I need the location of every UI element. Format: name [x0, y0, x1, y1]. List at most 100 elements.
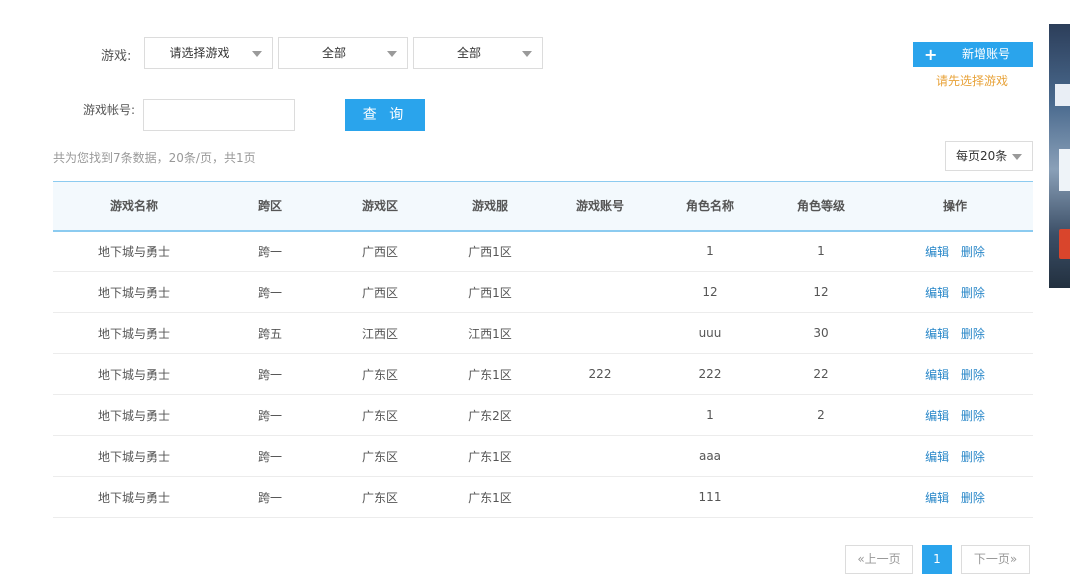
- cell-actions: 编辑 删除: [877, 230, 1033, 272]
- cell-game-name: 地下城与勇士: [53, 353, 215, 395]
- cell-zone: 广东区: [325, 353, 435, 395]
- game-select[interactable]: 请选择游戏: [144, 37, 273, 69]
- cell-zone: 广东区: [325, 435, 435, 477]
- cell-cross-zone: 跨一: [215, 394, 325, 436]
- edit-link[interactable]: 编辑: [925, 409, 949, 423]
- cell-zone: 广西区: [325, 230, 435, 272]
- prev-page-button[interactable]: «上一页: [845, 545, 913, 574]
- cell-server: 江西1区: [435, 312, 545, 354]
- cell-role-level: 2: [765, 394, 877, 436]
- next-page-button[interactable]: 下一页»: [961, 545, 1030, 574]
- add-account-label: 新增账号: [962, 47, 1011, 61]
- table-header-row: 游戏名称 跨区 游戏区 游戏服 游戏账号 角色名称 角色等级 操作: [53, 181, 1033, 232]
- select-game-hint: 请先选择游戏: [936, 74, 1009, 88]
- cell-account: [545, 230, 655, 272]
- cell-zone: 江西区: [325, 312, 435, 354]
- cell-role-name: uuu: [655, 312, 765, 354]
- edit-link[interactable]: 编辑: [925, 368, 949, 382]
- cell-game-name: 地下城与勇士: [53, 271, 215, 313]
- page-size-select[interactable]: 每页20条: [945, 141, 1033, 171]
- cell-actions: 编辑 删除: [877, 271, 1033, 313]
- cell-account: [545, 435, 655, 477]
- server-select-value: 全部: [456, 46, 481, 60]
- cell-role-level: 22: [765, 353, 877, 395]
- column-header: 游戏服: [435, 181, 545, 232]
- edit-link[interactable]: 编辑: [925, 450, 949, 464]
- cell-server: 广西1区: [435, 271, 545, 313]
- table-row: 地下城与勇士 跨一 广东区 广东1区 111 编辑 删除: [53, 476, 1033, 518]
- column-header: 角色名称: [655, 181, 765, 232]
- add-account-button[interactable]: + 新增账号: [913, 42, 1033, 67]
- server-select[interactable]: 全部: [413, 37, 543, 69]
- column-header: 游戏区: [325, 181, 435, 232]
- cell-actions: 编辑 删除: [877, 353, 1033, 395]
- accounts-table: 游戏名称 跨区 游戏区 游戏服 游戏账号 角色名称 角色等级 操作 地下城与勇士…: [53, 181, 1033, 518]
- table-row: 地下城与勇士 跨一 广东区 广东1区 222 222 22 编辑 删除: [53, 353, 1033, 395]
- cell-actions: 编辑 删除: [877, 476, 1033, 518]
- delete-link[interactable]: 删除: [961, 368, 985, 382]
- delete-link[interactable]: 删除: [961, 450, 985, 464]
- delete-link[interactable]: 删除: [961, 286, 985, 300]
- cell-cross-zone: 跨一: [215, 271, 325, 313]
- chevron-down-icon: [252, 51, 262, 57]
- column-header: 游戏名称: [53, 181, 215, 232]
- column-header: 角色等级: [765, 181, 877, 232]
- cell-zone: 广东区: [325, 394, 435, 436]
- banner-graphic: [1059, 229, 1070, 259]
- cell-role-name: aaa: [655, 435, 765, 477]
- cell-role-level: 30: [765, 312, 877, 354]
- edit-link[interactable]: 编辑: [925, 286, 949, 300]
- cell-cross-zone: 跨一: [215, 476, 325, 518]
- cell-game-name: 地下城与勇士: [53, 312, 215, 354]
- plus-icon: +: [924, 45, 938, 64]
- cell-server: 广东1区: [435, 353, 545, 395]
- cell-zone: 广西区: [325, 271, 435, 313]
- cell-account: [545, 271, 655, 313]
- table-row: 地下城与勇士 跨一 广西区 广西1区 1 1 编辑 删除: [53, 230, 1033, 272]
- table-row: 地下城与勇士 跨五 江西区 江西1区 uuu 30 编辑 删除: [53, 312, 1033, 354]
- cell-actions: 编辑 删除: [877, 435, 1033, 477]
- cell-server: 广西1区: [435, 230, 545, 272]
- cell-role-name: 1: [655, 394, 765, 436]
- cell-role-level: 12: [765, 271, 877, 313]
- delete-link[interactable]: 删除: [961, 327, 985, 341]
- cell-server: 广东2区: [435, 394, 545, 436]
- edit-link[interactable]: 编辑: [925, 491, 949, 505]
- cell-role-name: 111: [655, 476, 765, 518]
- game-select-value: 请选择游戏: [169, 46, 230, 60]
- edit-link[interactable]: 编辑: [925, 245, 949, 259]
- side-banner-image[interactable]: [1049, 24, 1070, 288]
- banner-graphic: [1059, 149, 1070, 191]
- cell-role-name: 1: [655, 230, 765, 272]
- game-label: 游戏:: [101, 49, 132, 64]
- column-header: 游戏账号: [545, 181, 655, 232]
- delete-link[interactable]: 删除: [961, 245, 985, 259]
- cell-server: 广东1区: [435, 476, 545, 518]
- edit-link[interactable]: 编辑: [925, 327, 949, 341]
- region-select[interactable]: 全部: [278, 37, 408, 69]
- cell-game-name: 地下城与勇士: [53, 230, 215, 272]
- cell-role-name: 12: [655, 271, 765, 313]
- cell-game-name: 地下城与勇士: [53, 394, 215, 436]
- cell-role-level: [765, 435, 877, 477]
- banner-graphic: [1055, 84, 1070, 106]
- current-page-button[interactable]: 1: [922, 545, 952, 574]
- page-size-value: 每页20条: [956, 149, 1008, 163]
- result-summary: 共为您找到7条数据，20条/页，共1页: [53, 151, 256, 165]
- cell-role-level: 1: [765, 230, 877, 272]
- column-header: 操作: [877, 181, 1033, 232]
- chevron-down-icon: [522, 51, 532, 57]
- cell-actions: 编辑 删除: [877, 312, 1033, 354]
- delete-link[interactable]: 删除: [961, 491, 985, 505]
- delete-link[interactable]: 删除: [961, 409, 985, 423]
- query-button[interactable]: 查 询: [345, 99, 425, 131]
- cell-cross-zone: 跨一: [215, 230, 325, 272]
- cell-zone: 广东区: [325, 476, 435, 518]
- cell-account: 222: [545, 353, 655, 395]
- account-input[interactable]: [143, 99, 295, 131]
- table-row: 地下城与勇士 跨一 广东区 广东1区 aaa 编辑 删除: [53, 435, 1033, 477]
- column-header: 跨区: [215, 181, 325, 232]
- cell-role-level: [765, 476, 877, 518]
- cell-role-name: 222: [655, 353, 765, 395]
- chevron-down-icon: [1012, 154, 1022, 160]
